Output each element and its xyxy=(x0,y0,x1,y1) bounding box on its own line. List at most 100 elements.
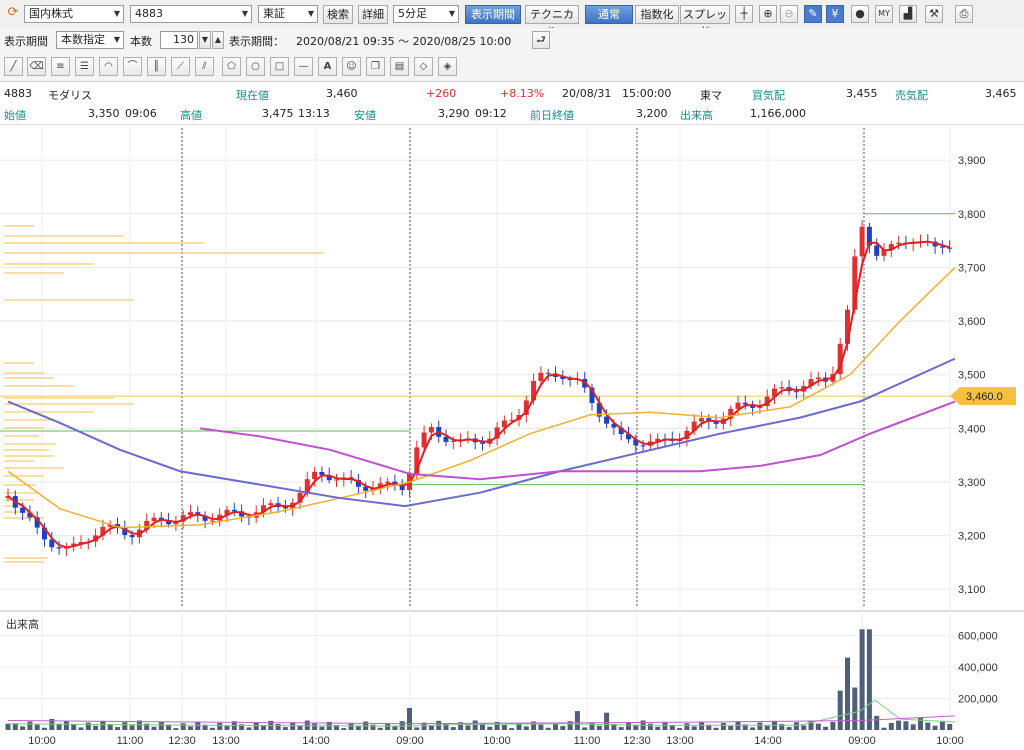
candle-body xyxy=(699,418,704,422)
time-tick-label: 10:00 xyxy=(483,735,511,747)
volume-bar xyxy=(823,726,829,730)
volume-bar xyxy=(713,727,719,730)
paste-icon[interactable]: ▤ xyxy=(390,57,409,76)
volume-bar xyxy=(757,722,763,730)
volume-tick-label: 400,000 xyxy=(958,662,998,674)
yen-icon[interactable]: ¥ xyxy=(826,5,844,23)
pencil-icon[interactable]: ✎ xyxy=(804,5,822,23)
info-icon[interactable]: ● xyxy=(851,5,869,23)
icon-stamp-icon[interactable]: ☺ xyxy=(342,57,361,76)
search-button[interactable]: 検索 xyxy=(323,5,353,24)
code-input-value: 4883 xyxy=(135,7,163,20)
trendline-icon[interactable]: ╱ xyxy=(4,57,23,76)
rectangle-icon[interactable]: □ xyxy=(270,57,289,76)
display-period-button[interactable]: 表示期間 xyxy=(465,5,521,24)
candle-body xyxy=(874,245,880,256)
volume-bar xyxy=(414,727,420,730)
count-down-icon[interactable]: ▼ xyxy=(199,31,211,49)
volume-value: 1,166,000 xyxy=(750,107,806,120)
grid-lines-icon[interactable]: ☰ xyxy=(75,57,94,76)
exchange-select-value: 東証 xyxy=(263,7,285,20)
volume-bar xyxy=(166,724,172,730)
price-tick-label: 3,800 xyxy=(958,209,986,221)
bar-chart-icon[interactable]: ▟ xyxy=(899,5,917,23)
zoom-in-icon[interactable]: ⊕ xyxy=(759,5,777,23)
range-label: 表示期間： xyxy=(229,35,284,48)
my-chart-icon[interactable]: MY xyxy=(875,5,893,23)
count-input[interactable]: 130 xyxy=(160,31,198,49)
chevron-down-icon: ▼ xyxy=(241,9,248,18)
eraser-icon[interactable]: ⌫ xyxy=(27,57,46,76)
candlestick-chart[interactable]: 3,900 3,800 3,700 3,600 3,500 3,400 3,300 3,200… xyxy=(0,128,1024,750)
candle-body xyxy=(268,503,274,506)
time-tick-label: 10:00 xyxy=(936,735,964,747)
volume-bar xyxy=(151,726,157,730)
open-value: 3,350 xyxy=(88,107,120,120)
volume-bar xyxy=(874,715,880,730)
index-button[interactable]: 指数化 xyxy=(635,5,679,24)
current-price-tag-label: 3,460.0 xyxy=(966,391,1003,403)
volume-bar xyxy=(78,727,84,730)
candle-body xyxy=(151,517,157,521)
volume-bar xyxy=(71,724,77,730)
exchange-select[interactable]: 東証 ▼ xyxy=(258,5,318,23)
copy-icon[interactable]: ❐ xyxy=(366,57,385,76)
zoom-out-icon[interactable]: ⊖ xyxy=(780,5,798,23)
bid-value: 3,455 xyxy=(846,87,878,100)
wrench-icon[interactable]: ⚒ xyxy=(925,5,943,23)
crosshair-icon[interactable]: ┼ xyxy=(735,5,753,23)
interval-select[interactable]: 5分足 ▼ xyxy=(393,5,459,23)
volume-bar xyxy=(129,725,135,730)
volume-bar xyxy=(275,723,281,730)
text-icon[interactable]: A xyxy=(318,57,337,76)
return-icon[interactable]: ⮐ xyxy=(532,31,550,49)
high-label: 高値 xyxy=(180,109,202,122)
volume-bar xyxy=(596,725,602,730)
time-tick-label: 11:00 xyxy=(574,735,601,747)
volume-bar xyxy=(355,726,361,730)
gann-fan-icon[interactable]: ⟋ xyxy=(171,57,190,76)
volume-bar xyxy=(428,725,434,730)
spread-button[interactable]: スプレッド xyxy=(680,5,730,38)
eraser-line-icon[interactable]: ◇ xyxy=(414,57,433,76)
volume-bar xyxy=(589,722,595,730)
eraser-all-icon[interactable]: ◈ xyxy=(438,57,457,76)
volume-bar xyxy=(180,723,186,730)
volume-bar xyxy=(720,722,726,730)
count-up-icon[interactable]: ▲ xyxy=(212,31,224,49)
pentagon-icon[interactable]: ⬠ xyxy=(222,57,241,76)
print-icon[interactable]: ⎙ xyxy=(955,5,973,23)
channel-icon[interactable]: ⫽ xyxy=(195,57,214,76)
volume-bar xyxy=(100,720,106,730)
volume-bar xyxy=(750,727,756,730)
fibonacci-arc-icon[interactable]: ◠ xyxy=(99,57,118,76)
circle-icon[interactable]: ○ xyxy=(246,57,265,76)
volume-bar xyxy=(647,723,653,730)
time-tick-label: 10:00 xyxy=(28,735,56,747)
open-time: 09:06 xyxy=(125,107,157,120)
volume-bar xyxy=(173,728,179,730)
volume-bar xyxy=(158,721,164,730)
volume-bar xyxy=(684,723,690,730)
volume-bar xyxy=(545,727,551,730)
detail-button[interactable]: 詳細 xyxy=(358,5,388,24)
volume-bar xyxy=(618,727,624,730)
volume-bar xyxy=(27,721,33,730)
volume-bar xyxy=(501,724,507,730)
mode-select[interactable]: 本数指定 ▼ xyxy=(56,31,124,49)
fan-icon[interactable]: ⌒ xyxy=(123,57,142,76)
price-tick-label: 3,300 xyxy=(958,477,986,489)
technical-button[interactable]: テクニカル xyxy=(525,5,579,38)
code-input[interactable]: 4883 ▼ xyxy=(130,5,252,23)
volume-bar xyxy=(224,726,230,730)
horizontal-line-icon[interactable]: — xyxy=(294,57,313,76)
volume-bar xyxy=(582,727,588,730)
change-percent: +8.13% xyxy=(500,87,545,100)
volume-bar xyxy=(392,726,398,730)
vertical-lines-icon[interactable]: ║ xyxy=(147,57,166,76)
horizontal-lines-icon[interactable]: ≡ xyxy=(51,57,70,76)
normal-button[interactable]: 通常 xyxy=(585,5,633,24)
refresh-icon[interactable]: ⟳ xyxy=(4,5,22,23)
candle-body xyxy=(538,372,544,381)
market-select[interactable]: 国内株式 ▼ xyxy=(24,5,124,23)
